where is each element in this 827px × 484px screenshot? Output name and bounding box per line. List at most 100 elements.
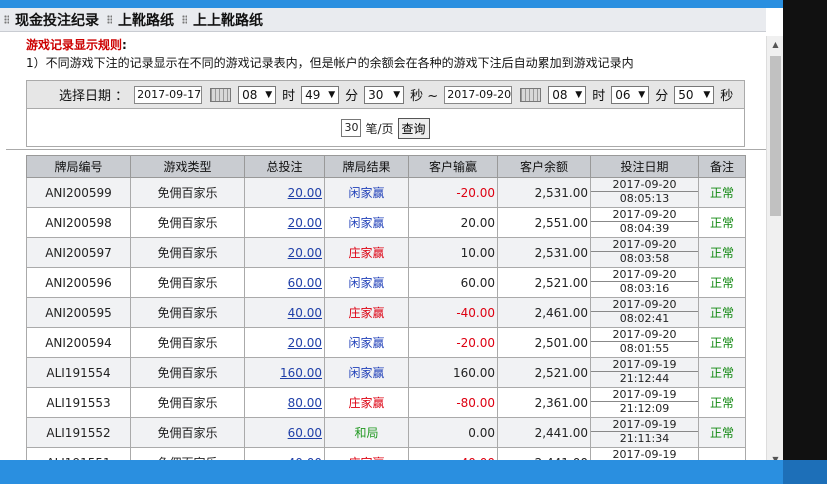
scroll-up-icon[interactable]: ▲ bbox=[767, 36, 783, 53]
bet-time: 08:05:13 bbox=[619, 192, 670, 205]
end-minute-value: 06 bbox=[615, 87, 631, 102]
win-loss-cell: 160.00 bbox=[408, 357, 498, 388]
bet-time: 08:03:16 bbox=[619, 282, 670, 295]
game-type-cell: 免佣百家乐 bbox=[130, 357, 245, 388]
table-row: ALI191552 免佣百家乐 60.00 和局 0.00 2,441.00 2017-09… bbox=[26, 417, 746, 448]
query-button[interactable]: 查询 bbox=[397, 117, 430, 139]
start-hour-select[interactable]: 08 ▼ bbox=[238, 85, 277, 104]
pagination-row: 30 笔/页 查询 bbox=[27, 110, 744, 146]
round-id-cell: ANI200597 bbox=[26, 237, 131, 268]
table-row: ANI200598 免佣百家乐 20.00 闲家赢 20.00 2,551.00 2017-… bbox=[26, 207, 746, 238]
balance-cell: 2,531.00 bbox=[497, 237, 591, 268]
bet-time: 08:03:58 bbox=[619, 252, 670, 265]
bet-date: 2017-09-20 bbox=[591, 328, 698, 342]
calendar-icon[interactable] bbox=[210, 87, 232, 102]
total-bet-link[interactable]: 20.00 bbox=[288, 246, 322, 260]
balance-cell: 2,361.00 bbox=[497, 387, 591, 418]
table-row: ALI191553 免佣百家乐 80.00 庄家赢 -80.00 2,361.00 2017… bbox=[26, 387, 746, 418]
total-bet-link[interactable]: 20.00 bbox=[288, 336, 322, 350]
hour-unit: 时 bbox=[282, 89, 296, 104]
bet-date-cell: 2017-09-20 08:05:13 bbox=[590, 177, 699, 208]
bet-date: 2017-09-19 bbox=[591, 448, 698, 460]
bet-date-cell: 2017-09-20 08:03:16 bbox=[590, 267, 699, 298]
game-type-cell: 免佣百家乐 bbox=[130, 447, 245, 460]
table-row: ALI191551免佣百家乐40.00庄家赢-40.002,441.002017… bbox=[26, 447, 746, 460]
game-type-cell: 免佣百家乐 bbox=[130, 417, 245, 448]
nav-item-cash-bet-record[interactable]: 现金投注纪录 bbox=[4, 10, 99, 30]
scroll-thumb[interactable] bbox=[770, 56, 781, 216]
calendar-icon[interactable] bbox=[520, 87, 542, 102]
bet-date: 2017-09-20 bbox=[591, 208, 698, 222]
window-title-bar[interactable] bbox=[0, 0, 783, 8]
balance-cell: 2,441.00 bbox=[497, 447, 591, 460]
bet-date-cell: 2017-09-20 08:01:55 bbox=[590, 327, 699, 358]
total-bet-link[interactable]: 60.00 bbox=[288, 276, 322, 290]
start-minute-value: 49 bbox=[305, 87, 321, 102]
start-second-select[interactable]: 30 ▼ bbox=[364, 85, 405, 104]
per-page-field[interactable]: 30 bbox=[341, 119, 362, 137]
total-bet-link[interactable]: 40.00 bbox=[288, 306, 322, 320]
result-cell: 闲家赢 bbox=[324, 357, 409, 388]
end-second-select[interactable]: 50 ▼ bbox=[674, 85, 715, 104]
nav-item-two-shoes-ago[interactable]: 上上靴路纸 bbox=[182, 10, 263, 30]
result-cell: 闲家赢 bbox=[324, 267, 409, 298]
end-date-field[interactable]: 2017-09-20 bbox=[444, 85, 513, 104]
bet-date: 2017-09-20 bbox=[591, 268, 698, 282]
rules-title: 游戏记录显示规则: bbox=[26, 36, 634, 53]
rules-title-text: 游戏记录显示规则 bbox=[26, 38, 123, 52]
game-type-cell: 免佣百家乐 bbox=[130, 297, 245, 328]
total-bet-link[interactable]: 60.00 bbox=[288, 426, 322, 440]
nav-item-label: 上上靴路纸 bbox=[193, 12, 263, 29]
total-bet-cell: 20.00 bbox=[244, 237, 325, 268]
per-page-label: 笔/页 bbox=[365, 121, 394, 136]
note-cell bbox=[698, 447, 746, 460]
result-cell: 闲家赢 bbox=[324, 177, 409, 208]
table-row: ANI200594 免佣百家乐 20.00 闲家赢 -20.00 2,501.00 2017… bbox=[26, 327, 746, 358]
round-id-cell: ALI191551 bbox=[26, 447, 131, 460]
game-type-cell: 免佣百家乐 bbox=[130, 327, 245, 358]
total-bet-link[interactable]: 20.00 bbox=[288, 186, 322, 200]
result-cell: 庄家赢 bbox=[324, 387, 409, 418]
vertical-scrollbar[interactable]: ▲ ▼ bbox=[766, 36, 783, 460]
total-bet-link[interactable]: 20.00 bbox=[288, 216, 322, 230]
win-loss-cell: 10.00 bbox=[408, 237, 498, 268]
table-row: ANI200599 免佣百家乐 20.00 闲家赢 -20.00 2,531.00 2017… bbox=[26, 177, 746, 208]
second-unit: 秒 bbox=[720, 89, 734, 104]
total-bet-link[interactable]: 160.00 bbox=[280, 366, 322, 380]
window-bottom-bar bbox=[0, 460, 783, 484]
result-cell: 庄家赢 bbox=[324, 447, 409, 460]
note-cell: 正常 bbox=[698, 267, 746, 298]
rules-section: 游戏记录显示规则: 1）不同游戏下注的记录显示在不同的游戏记录表内，但是帐户的余… bbox=[26, 36, 634, 71]
table-row: ANI200596 免佣百家乐 60.00 闲家赢 60.00 2,521.00 2017-… bbox=[26, 267, 746, 298]
total-bet-link[interactable]: 80.00 bbox=[288, 396, 322, 410]
round-id-cell: ANI200596 bbox=[26, 267, 131, 298]
bet-time: 08:04:39 bbox=[619, 222, 670, 235]
round-id-cell: ANI200594 bbox=[26, 327, 131, 358]
start-date-field[interactable]: 2017-09-17 bbox=[134, 85, 203, 104]
result-cell: 庄家赢 bbox=[324, 297, 409, 328]
minute-unit: 分 bbox=[345, 89, 359, 104]
records-table-body: ANI200599 免佣百家乐 20.00 闲家赢 -20.00 2,531.00 2017… bbox=[26, 177, 746, 460]
game-type-cell: 免佣百家乐 bbox=[130, 237, 245, 268]
note-cell: 正常 bbox=[698, 387, 746, 418]
col-header-bet-date: 投注日期 bbox=[590, 155, 699, 178]
win-loss-cell: -40.00 bbox=[408, 297, 498, 328]
round-id-cell: ALI191553 bbox=[26, 387, 131, 418]
grip-icon bbox=[107, 15, 112, 24]
nav-item-previous-shoe[interactable]: 上靴路纸 bbox=[107, 10, 174, 30]
bet-date-cell: 2017-09-19 21:11:34 bbox=[590, 417, 699, 448]
end-hour-select[interactable]: 08 ▼ bbox=[548, 85, 587, 104]
result-cell: 闲家赢 bbox=[324, 327, 409, 358]
col-header-game-type: 游戏类型 bbox=[130, 155, 245, 178]
bet-date: 2017-09-20 bbox=[591, 178, 698, 192]
win-loss-cell: 0.00 bbox=[408, 417, 498, 448]
records-table-wrap: 牌局编号 游戏类型 总投注 牌局结果 客户输赢 客户余额 投注日期 备注 ANI… bbox=[26, 155, 746, 460]
total-bet-cell: 160.00 bbox=[244, 357, 325, 388]
scroll-down-icon[interactable]: ▼ bbox=[767, 451, 783, 460]
start-hour-value: 08 bbox=[242, 87, 258, 102]
start-minute-select[interactable]: 49 ▼ bbox=[301, 85, 340, 104]
end-minute-select[interactable]: 06 ▼ bbox=[611, 85, 650, 104]
win-loss-cell: -40.00 bbox=[408, 447, 498, 460]
bet-time: 21:12:09 bbox=[619, 402, 670, 415]
chevron-down-icon: ▼ bbox=[328, 89, 336, 100]
